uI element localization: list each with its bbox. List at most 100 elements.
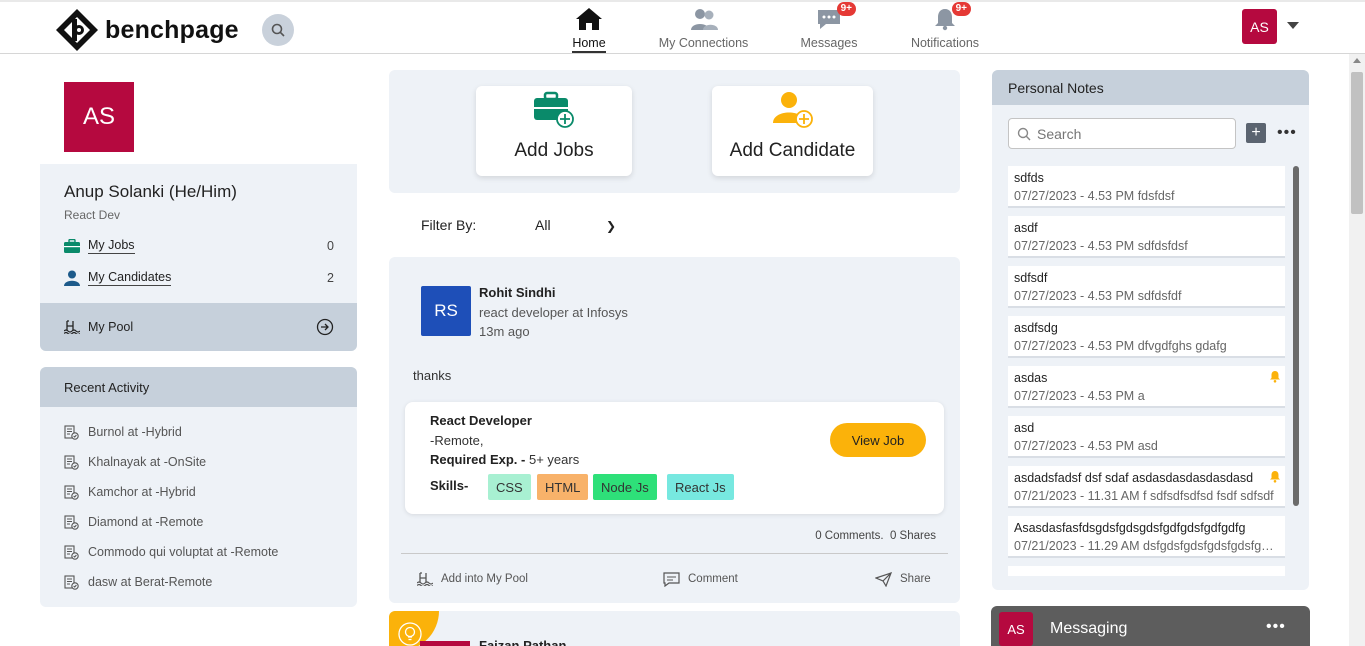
- add-jobs-button[interactable]: Add Jobs: [476, 86, 632, 176]
- recent-activity-item[interactable]: Burnol at -Hybrid: [64, 422, 182, 442]
- notes-search-input[interactable]: [1037, 125, 1227, 142]
- add-candidate-label: Add Candidate: [729, 140, 856, 161]
- skill-tag: CSS: [488, 474, 531, 500]
- messaging-title: Messaging: [1050, 620, 1128, 637]
- scroll-up-arrow-icon[interactable]: [1353, 58, 1361, 63]
- nav-my-connections[interactable]: My Connections: [653, 6, 754, 54]
- recent-activity-item[interactable]: dasw at Berat-Remote: [64, 572, 212, 592]
- reminder-bell-icon[interactable]: [1269, 470, 1281, 483]
- recent-activity-item[interactable]: Commodo qui voluptat at -Remote: [64, 542, 278, 562]
- top-navigation-bar: benchpage Home My Connections 9+ Message…: [0, 0, 1365, 54]
- nav-messages-label: Messages: [800, 36, 858, 50]
- my-pool-row[interactable]: My Pool: [40, 303, 357, 351]
- search-icon: [1017, 127, 1031, 140]
- note-item[interactable]: asdf 07/27/2023 - 4.53 PM sdfdsfdsf: [1008, 216, 1285, 258]
- recent-activity-text: Kamchor at -Hybrid: [88, 485, 196, 499]
- filter-dropdown[interactable]: All: [535, 217, 551, 233]
- add-into-pool-button[interactable]: Add into My Pool: [417, 570, 528, 588]
- more-options-icon[interactable]: •••: [1266, 618, 1286, 636]
- global-search-button[interactable]: [262, 14, 294, 46]
- my-jobs-row[interactable]: My Jobs 0: [64, 236, 334, 256]
- note-item[interactable]: asd 07/27/2023 - 4.53 PM asd: [1008, 416, 1285, 458]
- document-check-icon: [64, 454, 80, 470]
- my-jobs-count: 0: [327, 239, 334, 253]
- my-candidates-row[interactable]: My Candidates 2: [64, 268, 334, 288]
- share-label: Share: [900, 573, 931, 585]
- nav-notifications[interactable]: 9+ Notifications: [906, 2, 984, 54]
- recent-activity-text: Burnol at -Hybrid: [88, 425, 182, 439]
- post-author-headline: react developer at Infosys: [479, 305, 628, 320]
- job-experience-value: 5+ years: [528, 452, 580, 467]
- my-candidates-link[interactable]: My Candidates: [88, 270, 172, 286]
- note-meta: 07/21/2023 - 11.31 AM f sdfsdfsdfsd fsdf…: [1014, 489, 1274, 503]
- note-item[interactable]: sdfsdf 07/27/2023 - 4.53 PM sdfdsfdf: [1008, 266, 1285, 308]
- recent-activity-text: dasw at Berat-Remote: [88, 575, 213, 589]
- notes-search-field[interactable]: [1008, 118, 1236, 149]
- profile-name[interactable]: Anup Solanki (He/Him): [64, 182, 237, 202]
- chevron-right-icon[interactable]: ❯: [606, 219, 616, 233]
- arrow-right-circle-icon[interactable]: [316, 318, 334, 336]
- recent-activity-text: Diamond at -Remote: [88, 515, 204, 529]
- note-item[interactable]: asdadsfadsf dsf sdaf asdasdasdasdasdasd 0…: [1008, 466, 1285, 508]
- add-job-icon: [532, 91, 576, 134]
- profile-avatar[interactable]: AS: [64, 82, 134, 152]
- page-scrollbar-thumb[interactable]: [1351, 72, 1363, 214]
- comments-count[interactable]: 0 Comments.: [815, 530, 883, 542]
- add-note-button[interactable]: +: [1246, 123, 1266, 143]
- recent-activity-item[interactable]: Diamond at -Remote: [64, 512, 203, 532]
- nav-notifications-label: Notifications: [910, 36, 980, 50]
- feed-post: RS Rohit Sindhi react developer at Infos…: [389, 257, 960, 603]
- note-item[interactable]: asdfsdg 07/27/2023 - 4.53 PM dfvgdfghs gd…: [1008, 316, 1285, 358]
- page-scrollbar[interactable]: [1349, 54, 1365, 646]
- note-item[interactable]: asdas 07/27/2023 - 4.53 PM a: [1008, 366, 1285, 408]
- job-location: -Remote,: [430, 433, 484, 448]
- note-title: asd: [1014, 421, 1035, 435]
- post-author-avatar[interactable]: RS: [421, 286, 471, 336]
- note-title: asdadsfadsf dsf sdaf asdasdasdasdasdasd: [1014, 471, 1254, 485]
- note-item[interactable]: Asasdasfasfdsgdsfgdsgdsfgdfgdsfgdfgdfg 07…: [1008, 516, 1285, 558]
- filter-label: Filter By:: [421, 217, 477, 233]
- recent-activity-text: Khalnayak at -OnSite: [88, 455, 207, 469]
- messaging-dock[interactable]: AS Messaging •••: [991, 606, 1310, 646]
- chevron-down-icon[interactable]: [1287, 22, 1299, 29]
- recent-activity-item[interactable]: Khalnayak at -OnSite: [64, 452, 206, 472]
- shared-job-card: React Developer -Remote, Required Exp. -…: [405, 402, 944, 514]
- more-options-icon[interactable]: •••: [1277, 124, 1297, 142]
- post-author-name[interactable]: Rohit Sindhi: [479, 285, 556, 300]
- note-title: asdf: [1014, 221, 1038, 235]
- nav-messages[interactable]: 9+ Messages: [797, 2, 861, 54]
- briefcase-icon: [64, 239, 80, 253]
- recent-activity-item[interactable]: Kamchor at -Hybrid: [64, 482, 196, 502]
- nav-home[interactable]: Home: [565, 6, 613, 54]
- job-experience-label: Required Exp. -: [430, 452, 526, 467]
- recent-activity-text: Commodo qui voluptat at -Remote: [88, 545, 279, 559]
- quick-actions-panel: Add Jobs Add Candidate: [389, 70, 960, 193]
- person-icon: [64, 270, 80, 286]
- note-item[interactable]: sdfds 07/27/2023 - 4.53 PM fdsfdsf: [1008, 166, 1285, 208]
- messages-count-badge: 9+: [836, 2, 856, 16]
- benchpage-logo[interactable]: benchpage: [55, 8, 239, 52]
- search-icon: [271, 23, 285, 37]
- share-button[interactable]: Share: [875, 570, 931, 588]
- note-item[interactable]: [1008, 566, 1285, 576]
- pool-icon: [417, 572, 433, 586]
- post-author-avatar[interactable]: [420, 641, 470, 646]
- note-title: asdfsdg: [1014, 321, 1058, 335]
- note-meta: 07/27/2023 - 4.53 PM dfvgdfghs gdafg: [1014, 339, 1227, 353]
- reminder-bell-icon[interactable]: [1269, 370, 1281, 383]
- user-avatar[interactable]: AS: [1242, 9, 1277, 44]
- my-jobs-link[interactable]: My Jobs: [88, 238, 135, 254]
- add-candidate-button[interactable]: Add Candidate: [712, 86, 873, 176]
- shares-count[interactable]: 0 Shares: [890, 530, 936, 542]
- profile-role: React Dev: [64, 208, 121, 222]
- comment-button[interactable]: Comment: [663, 570, 738, 588]
- comment-label: Comment: [688, 573, 738, 585]
- messages-icon: 9+: [816, 2, 856, 32]
- bell-icon: 9+: [933, 2, 971, 32]
- post-author-name[interactable]: Faizan Pathan: [479, 638, 566, 646]
- personal-notes-title: Personal Notes: [992, 70, 1309, 105]
- personal-notes-panel: Personal Notes + ••• sdfds 07/27/2023 - 4…: [992, 70, 1309, 590]
- view-job-button[interactable]: View Job: [830, 423, 926, 457]
- notes-scrollbar[interactable]: [1293, 166, 1299, 506]
- note-title: sdfds: [1014, 171, 1044, 185]
